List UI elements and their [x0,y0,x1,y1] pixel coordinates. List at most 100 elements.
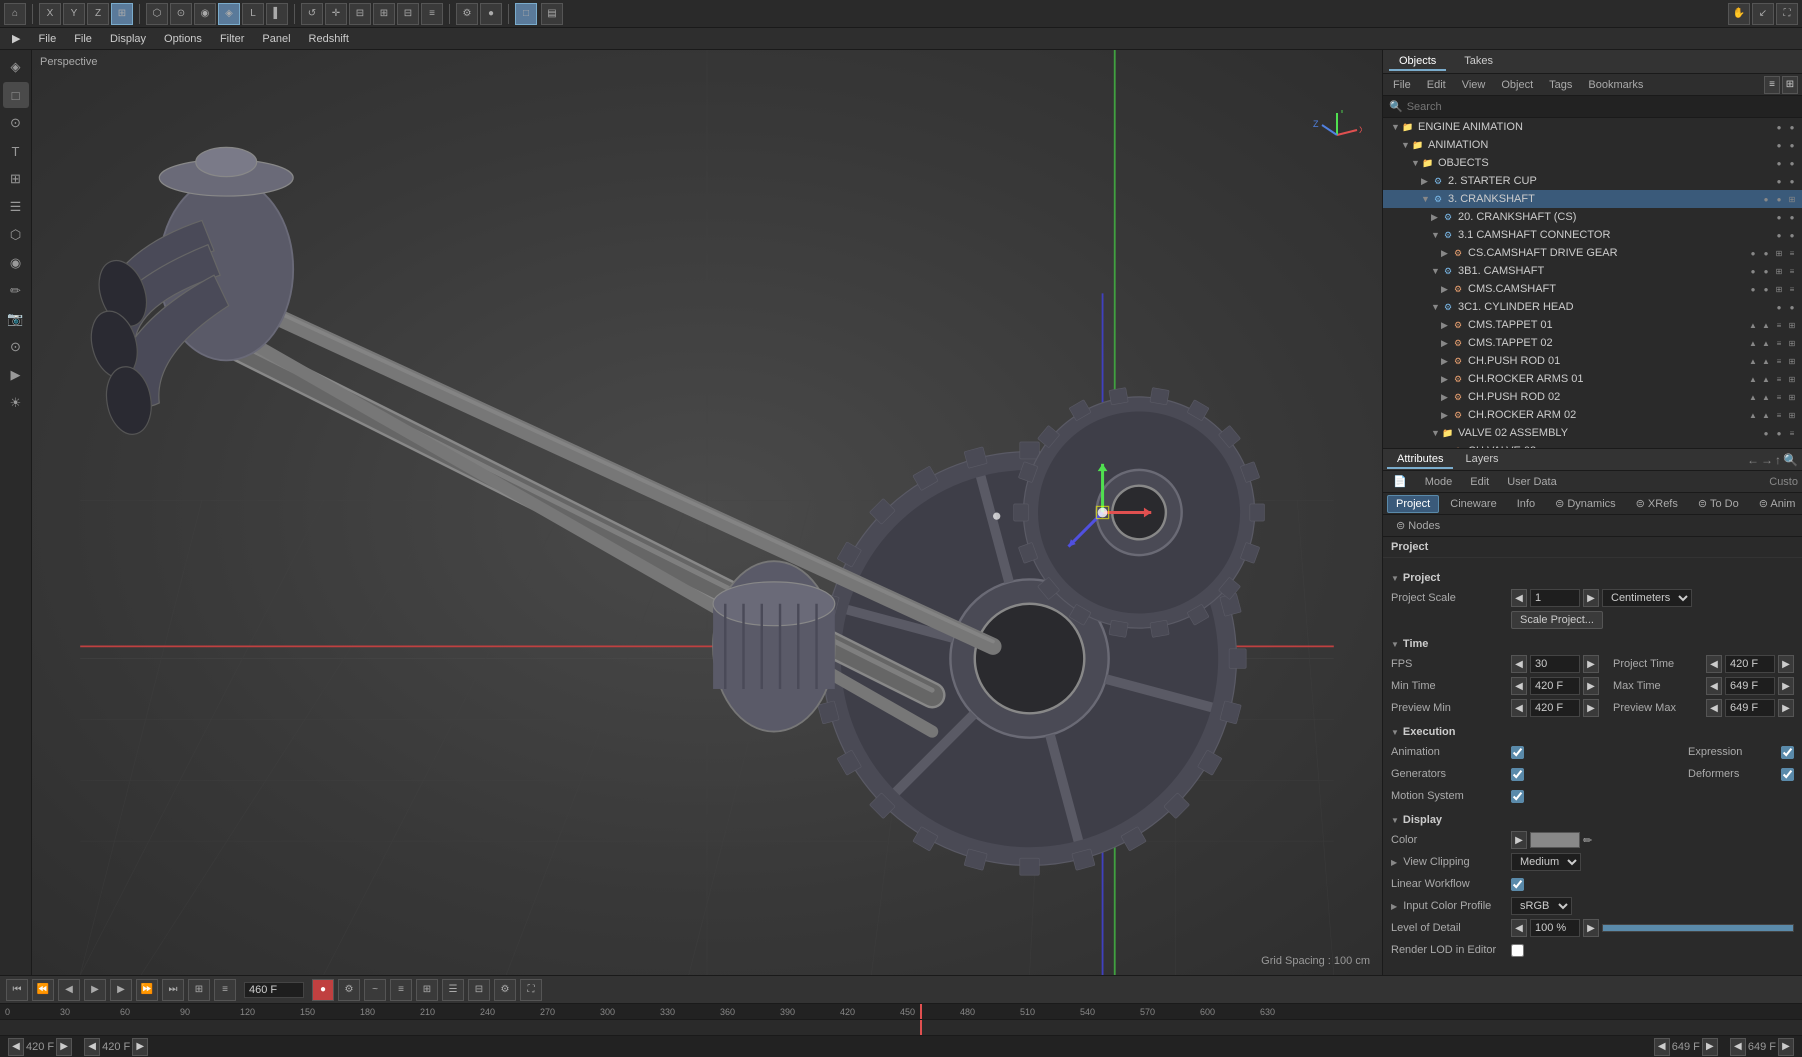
tag-btn[interactable]: ⊞ [1773,247,1785,259]
object-menu[interactable]: Object [1495,78,1539,92]
scale-decrement-btn[interactable]: ◀ [1511,589,1527,607]
render-region-icon[interactable]: ⬡ [146,3,168,25]
prevmax-decrement-btn[interactable]: ◀ [1706,699,1722,717]
expand-btn[interactable]: ≡ [1773,337,1785,349]
lock-btn[interactable]: ● [1760,247,1772,259]
maxtime-decrement-btn[interactable]: ◀ [1706,677,1722,695]
tag-btn2[interactable]: ▲ [1760,337,1772,349]
workplane-icon[interactable]: ⊟ [397,3,419,25]
light-icon[interactable]: L [242,3,264,25]
menu-display[interactable]: Display [102,31,154,47]
tree-item-rocker-arms01[interactable]: ▶ ⚙ CH.ROCKER ARMS 01 ▲ ▲ ≡ ⊞ [1383,370,1802,388]
tag-btn2[interactable]: ▲ [1760,409,1772,421]
expand-btn[interactable]: ≡ [1773,391,1785,403]
record-icon[interactable]: ● [480,3,502,25]
edit-menu[interactable]: Edit [1464,475,1495,489]
timeline-end-increment[interactable]: ▶ [1702,1038,1718,1056]
pt-decrement-btn[interactable]: ◀ [1706,655,1722,673]
eyedropper-btn[interactable]: ✏ [1583,834,1592,847]
subtab-dynamics[interactable]: ⊜ Dynamics [1546,494,1625,513]
pt-increment-btn[interactable]: ▶ [1778,655,1794,673]
subtab-xrefs[interactable]: ⊜ XRefs [1627,494,1687,513]
curves-btn[interactable]: ~ [364,979,386,1001]
scripts-icon[interactable]: T [3,138,29,164]
motion-system-checkbox[interactable] [1511,790,1524,803]
snap-tl-btn[interactable]: ⊟ [468,979,490,1001]
tag-btn[interactable]: ▲ [1747,337,1759,349]
tree-item-starter-cup[interactable]: ▶ ⚙ 2. STARTER CUP ● ● [1383,172,1802,190]
home-icon[interactable]: ⌂ [4,3,26,25]
tab-layers[interactable]: Layers [1455,451,1508,469]
current-frame-input[interactable] [249,984,299,996]
prev-max-input[interactable] [1725,699,1775,717]
tab-takes[interactable]: Takes [1454,53,1503,71]
all-axis-btn[interactable]: ⊞ [111,3,133,25]
more-btn[interactable]: ⊞ [1786,355,1798,367]
align-icon[interactable]: ≡ [421,3,443,25]
menu-redshift[interactable]: Redshift [301,31,357,47]
lock-btn[interactable]: ● [1786,121,1798,133]
execution-section-header[interactable]: Execution [1391,726,1794,738]
expand-tl-btn[interactable]: ⛶ [520,979,542,1001]
nodes-icon[interactable]: ◉ [3,250,29,276]
prev-min-input[interactable] [1530,699,1580,717]
tree-item-cms-camshaft[interactable]: ▶ ⚙ CMS.CAMSHAFT ● ● ⊞ ≡ [1383,280,1802,298]
timeline-end-decrement[interactable]: ◀ [1654,1038,1670,1056]
project-time-input[interactable] [1725,655,1775,673]
lock-btn[interactable]: ● [1786,139,1798,151]
render-active-icon[interactable]: ◉ [194,3,216,25]
input-color-profile-select[interactable]: sRGB Linear [1511,897,1572,915]
tree-item-engine-animation[interactable]: ▼ 📁 ENGINE ANIMATION ● ● [1383,118,1802,136]
maxtime-increment-btn[interactable]: ▶ [1778,677,1794,695]
visibility-btn[interactable]: ● [1773,175,1785,187]
tree-item-camshaft-connector[interactable]: ▼ ⚙ 3.1 CAMSHAFT CONNECTOR ● ● [1383,226,1802,244]
tree-item-3b1-camshaft[interactable]: ▼ ⚙ 3B1. CAMSHAFT ● ● ⊞ ≡ [1383,262,1802,280]
collapse-all-btn[interactable]: ≡ [1764,76,1780,94]
fps-input[interactable] [1530,655,1580,673]
tree-item-valve02-assembly[interactable]: ▼ 📁 VALVE 02 ASSEMBLY ● ● ≡ [1383,424,1802,442]
tag-btn[interactable]: ▲ [1747,409,1759,421]
tag-btn[interactable]: ⊞ [1773,283,1785,295]
subtab-info[interactable]: Info [1508,495,1544,513]
lod-input[interactable] [1530,919,1580,937]
prevmin-increment-btn[interactable]: ▶ [1583,699,1599,717]
min-time-input[interactable] [1530,677,1580,695]
timeline-current-increment[interactable]: ▶ [132,1038,148,1056]
lock-btn[interactable]: ● [1786,175,1798,187]
nav-back-btn[interactable]: ← [1747,453,1759,467]
tab-attributes[interactable]: Attributes [1387,451,1453,469]
expand-btn[interactable]: ≡ [1786,247,1798,259]
tags-menu[interactable]: Tags [1543,78,1578,92]
scale-value-input[interactable] [1530,589,1580,607]
lock-btn[interactable]: ● [1786,229,1798,241]
timeline-track[interactable] [0,1020,1802,1035]
expand-btn[interactable]: ⊞ [1786,193,1798,205]
snap-icon[interactable]: ⊟ [349,3,371,25]
visibility-btn[interactable]: ● [1747,265,1759,277]
live-select-icon[interactable]: ↺ [301,3,323,25]
expand-btn[interactable]: ≡ [1773,355,1785,367]
tree-item-push-rod01[interactable]: ▶ ⚙ CH.PUSH ROD 01 ▲ ▲ ≡ ⊞ [1383,352,1802,370]
nav-forward-btn[interactable]: → [1761,453,1773,467]
tag-btn2[interactable]: ▲ [1760,319,1772,331]
layout-icon[interactable]: ▤ [541,3,563,25]
animation-checkbox[interactable] [1511,746,1524,759]
video-icon[interactable]: ▶ [3,362,29,388]
play-btn[interactable]: ▶ [84,979,106,1001]
layout-timeline-btn[interactable]: ⊞ [188,979,210,1001]
y-axis-btn[interactable]: Y [63,3,85,25]
expression-checkbox[interactable] [1781,746,1794,759]
lod-increment-btn[interactable]: ▶ [1583,919,1599,937]
tag-btn[interactable]: ▲ [1747,355,1759,367]
pen-icon[interactable]: ✏ [3,278,29,304]
timeline-max-decrement[interactable]: ◀ [1730,1038,1746,1056]
menu-panel[interactable]: Panel [254,31,298,47]
visibility-btn[interactable]: ● [1773,211,1785,223]
plugins-icon[interactable]: ⊞ [3,166,29,192]
timeline-start-decrement[interactable]: ◀ [8,1038,24,1056]
timeline-current-decrement[interactable]: ◀ [84,1038,100,1056]
expand-btn[interactable]: ≡ [1773,445,1785,448]
tag-btn2[interactable]: ▲ [1760,355,1772,367]
view-clipping-select[interactable]: Medium Low High [1511,853,1581,871]
expand-btn[interactable]: ≡ [1773,373,1785,385]
